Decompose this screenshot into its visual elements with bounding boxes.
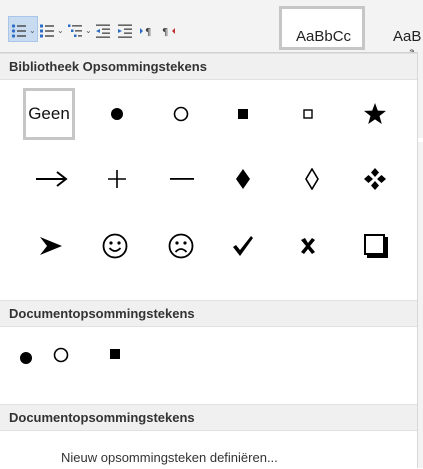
bullets-button[interactable]: ⌄: [11, 20, 36, 42]
increase-indent-icon: [118, 24, 132, 38]
show-formatting-icon: ¶: [162, 27, 175, 38]
hollow-circle-icon: [53, 347, 69, 363]
filled-circle-icon: [111, 108, 123, 120]
section-header-document-footer: Documentopsommingstekens: [0, 404, 417, 431]
numbering-button[interactable]: ⌄: [39, 20, 64, 42]
hollow-circle-icon: [173, 106, 189, 122]
filled-circle-icon: [20, 352, 32, 364]
multilevel-list-button[interactable]: ⌄: [67, 20, 92, 42]
dash-icon: [170, 178, 194, 180]
document-bullet-filled-square[interactable]: [89, 328, 141, 380]
filled-square-icon: [238, 109, 248, 119]
bullet-option-cross[interactable]: [282, 220, 334, 272]
filled-square-icon: [110, 349, 120, 359]
cross-icon: [301, 238, 315, 254]
bullet-option-filled-square[interactable]: [217, 88, 269, 140]
bullet-option-hollow-circle[interactable]: [155, 88, 207, 140]
chevron-down-icon[interactable]: ⌄: [85, 27, 92, 35]
arrow-right-icon: [36, 171, 68, 187]
section-header-library: Bibliotheek Opsommingstekens: [0, 53, 417, 80]
shadowed-box-icon: [364, 234, 388, 258]
bullet-option-filled-diamond[interactable]: [217, 153, 269, 205]
multilevel-list-icon: [68, 24, 82, 37]
bullet-option-plus[interactable]: [91, 153, 143, 205]
filled-diamond-icon: [236, 169, 250, 189]
smiley-icon: [102, 233, 128, 259]
define-new-bullet-menu-item[interactable]: Nieuw opsommingsteken definiëren...: [0, 445, 417, 469]
arrowhead-icon: [40, 237, 62, 255]
ltr-paragraph-icon: ¶: [140, 27, 151, 38]
svg-text:¶: ¶: [145, 27, 151, 38]
decrease-indent-icon: [96, 24, 110, 38]
hollow-diamond-icon: [305, 168, 319, 190]
bullet-option-frowny[interactable]: [155, 220, 207, 272]
chevron-down-icon[interactable]: ⌄: [29, 27, 36, 35]
increase-indent-button[interactable]: [117, 20, 133, 42]
four-diamonds-icon: [364, 168, 386, 190]
ltr-paragraph-button[interactable]: ¶: [139, 20, 155, 42]
bullet-option-none[interactable]: Geen: [23, 88, 75, 140]
hollow-square-icon: [303, 109, 313, 119]
star-icon: [364, 103, 386, 124]
bullet-option-shadowed-box[interactable]: [350, 220, 402, 272]
svg-text:¶: ¶: [162, 27, 168, 38]
bullet-option-smiley[interactable]: [89, 220, 141, 272]
plus-icon: [108, 170, 126, 188]
numbering-icon: [40, 24, 54, 38]
frowny-icon: [168, 233, 194, 259]
bullet-option-hollow-square[interactable]: [282, 88, 334, 140]
bullets-icon: [11, 24, 26, 38]
bullet-option-filled-circle[interactable]: [91, 88, 143, 140]
chevron-down-icon[interactable]: ⌄: [57, 27, 64, 35]
show-formatting-button[interactable]: ¶: [161, 20, 177, 42]
none-label: Geen: [28, 104, 70, 123]
style-sample-next[interactable]: AaB: [393, 28, 421, 45]
document-edge: [417, 52, 423, 468]
bullet-option-four-diamonds[interactable]: [349, 153, 401, 205]
bullet-option-hollow-diamond[interactable]: [286, 153, 338, 205]
section-header-document: Documentopsommingstekens: [0, 300, 417, 327]
ribbon-toolbar: ⌄ ⌄ ⌄ ¶ ¶ AaBbCc AaB: [0, 0, 423, 52]
bullet-option-arrow[interactable]: [26, 153, 78, 205]
document-bullet-hollow-circle[interactable]: [35, 329, 87, 381]
style-sample-normal[interactable]: AaBbCc: [296, 28, 351, 45]
decrease-indent-button[interactable]: [95, 20, 111, 42]
bullet-option-star[interactable]: [349, 88, 401, 140]
bullet-library-dropdown: Bibliotheek Opsommingstekens Geen Docume…: [0, 52, 417, 469]
checkmark-icon: [233, 236, 253, 256]
bullet-option-dash[interactable]: [156, 153, 208, 205]
bullet-option-checkmark[interactable]: [217, 220, 269, 272]
bullet-option-arrowhead[interactable]: [25, 220, 77, 272]
